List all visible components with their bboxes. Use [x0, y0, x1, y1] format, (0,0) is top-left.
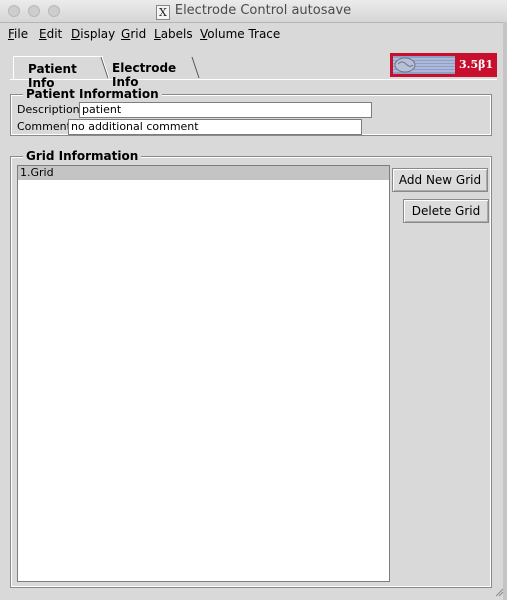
version-label: 3.5β1: [459, 58, 494, 71]
menu-file[interactable]: File: [8, 27, 28, 41]
title-bar: X Electrode Control autosave: [0, 0, 507, 23]
window-edge: [503, 22, 507, 600]
app-logo: 3.5β1: [390, 53, 497, 77]
brain-logo-icon: [393, 56, 455, 74]
tab-baseline: [10, 79, 497, 80]
menu-grid[interactable]: Grid: [121, 27, 146, 41]
tab-divider: [100, 56, 110, 79]
menu-labels[interactable]: Labels: [154, 27, 193, 41]
comment-field[interactable]: no additional comment: [68, 119, 362, 135]
grid-info-title: Grid Information: [23, 149, 142, 163]
list-item[interactable]: 1.Grid: [18, 166, 389, 180]
patient-info-title: Patient Information: [23, 87, 162, 101]
delete-grid-button[interactable]: Delete Grid: [403, 199, 489, 223]
description-field[interactable]: patient: [79, 102, 372, 118]
description-label: Description:: [17, 103, 84, 116]
grid-list[interactable]: 1.Grid: [17, 165, 390, 582]
comment-label: Comment:: [17, 120, 75, 133]
add-new-grid-button[interactable]: Add New Grid: [392, 168, 488, 192]
menu-display[interactable]: Display: [71, 27, 115, 41]
menu-volume-trace[interactable]: Volume Trace: [200, 27, 280, 41]
tab-divider: [191, 56, 200, 79]
menu-bar: File Edit Display Grid Labels Volume Tra…: [0, 23, 507, 45]
menu-edit[interactable]: Edit: [39, 27, 62, 41]
tab-electrode-info[interactable]: Electrode Info: [110, 56, 195, 89]
window-title-wrap: X Electrode Control autosave: [0, 3, 507, 20]
resize-grip-icon[interactable]: [494, 587, 504, 597]
x11-icon: X: [155, 5, 170, 20]
window-title: Electrode Control autosave: [174, 3, 352, 18]
tab-patient-info[interactable]: Patient Info: [13, 56, 103, 90]
